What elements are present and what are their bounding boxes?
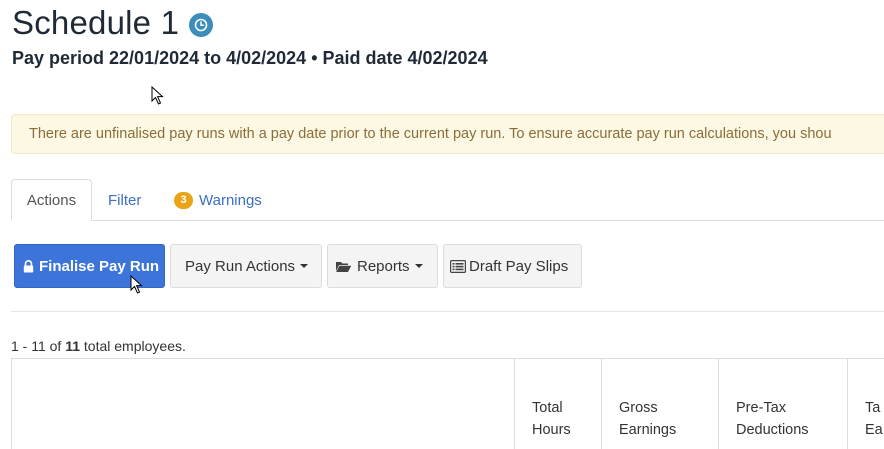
column-header-line: Ea (865, 422, 883, 438)
employee-count-total: 11 (65, 338, 81, 354)
chevron-down-icon (414, 264, 423, 268)
chevron-down-icon (300, 264, 309, 268)
pay-period-subtitle: Pay period 22/01/2024 to 4/02/2024 • Pai… (12, 48, 488, 68)
page-title: Schedule 1 (12, 4, 180, 41)
reports-label: Reports (357, 257, 410, 275)
page: Schedule 1 Pay period 22/01/2024 to 4/02… (0, 0, 884, 449)
column-header-employee[interactable] (12, 359, 515, 449)
column-header-line: Hours (532, 422, 571, 438)
draft-pay-slips-button[interactable]: Draft Pay Slips (443, 244, 582, 288)
tab-warnings-label: Warnings (199, 191, 262, 209)
mouse-cursor-icon (151, 86, 164, 105)
column-header-line: Deductions (736, 422, 809, 438)
tab-warnings[interactable]: 3 Warnings (174, 179, 262, 221)
toolbar-divider (11, 311, 884, 312)
warnings-count-badge: 3 (174, 191, 193, 209)
column-header-line: Total (532, 400, 563, 416)
tab-filter-label: Filter (108, 191, 142, 209)
lock-icon (23, 259, 34, 272)
clock-icon[interactable] (189, 13, 214, 37)
title-row: Schedule 1 (12, 4, 214, 42)
tab-filter[interactable]: Filter (108, 179, 141, 221)
reports-button[interactable]: Reports (327, 244, 438, 288)
column-header-gross-earnings[interactable]: Gross Earnings (602, 359, 719, 449)
alert-text: There are unfinalised pay runs with a pa… (29, 126, 832, 142)
draft-pay-slips-label: Draft Pay Slips (469, 257, 569, 275)
column-header-pre-tax-deductions[interactable]: Pre-Tax Deductions (719, 359, 848, 449)
tab-actions[interactable]: Actions (11, 179, 92, 221)
employee-count: 1 - 11 of 11 total employees. (11, 338, 186, 354)
column-header-line: Gross (619, 400, 658, 416)
unfinalised-pay-runs-alert: There are unfinalised pay runs with a pa… (11, 114, 884, 154)
mouse-cursor-icon (130, 275, 143, 294)
column-header-line: Pre-Tax (736, 400, 786, 416)
column-header-line: Ta (865, 400, 881, 416)
pay-run-actions-label: Pay Run Actions (185, 257, 296, 275)
action-tabs: Actions Filter 3 Warnings (11, 179, 884, 221)
column-header-line: Earnings (619, 422, 677, 438)
employee-count-suffix: total employees. (80, 338, 186, 354)
employees-table-header: Total Hours Gross Earnings Pre-Tax Deduc… (11, 358, 884, 449)
tab-actions-label: Actions (26, 191, 77, 209)
folder-open-icon (336, 261, 352, 272)
column-header-taxable-earnings[interactable]: Ta Ea (848, 359, 884, 449)
pay-run-actions-button[interactable]: Pay Run Actions (170, 244, 322, 288)
column-header-total-hours[interactable]: Total Hours (515, 359, 602, 449)
finalise-pay-run-label: Finalise Pay Run (39, 257, 160, 275)
employee-count-range: 1 - 11 of (11, 338, 66, 354)
list-icon (450, 259, 466, 273)
